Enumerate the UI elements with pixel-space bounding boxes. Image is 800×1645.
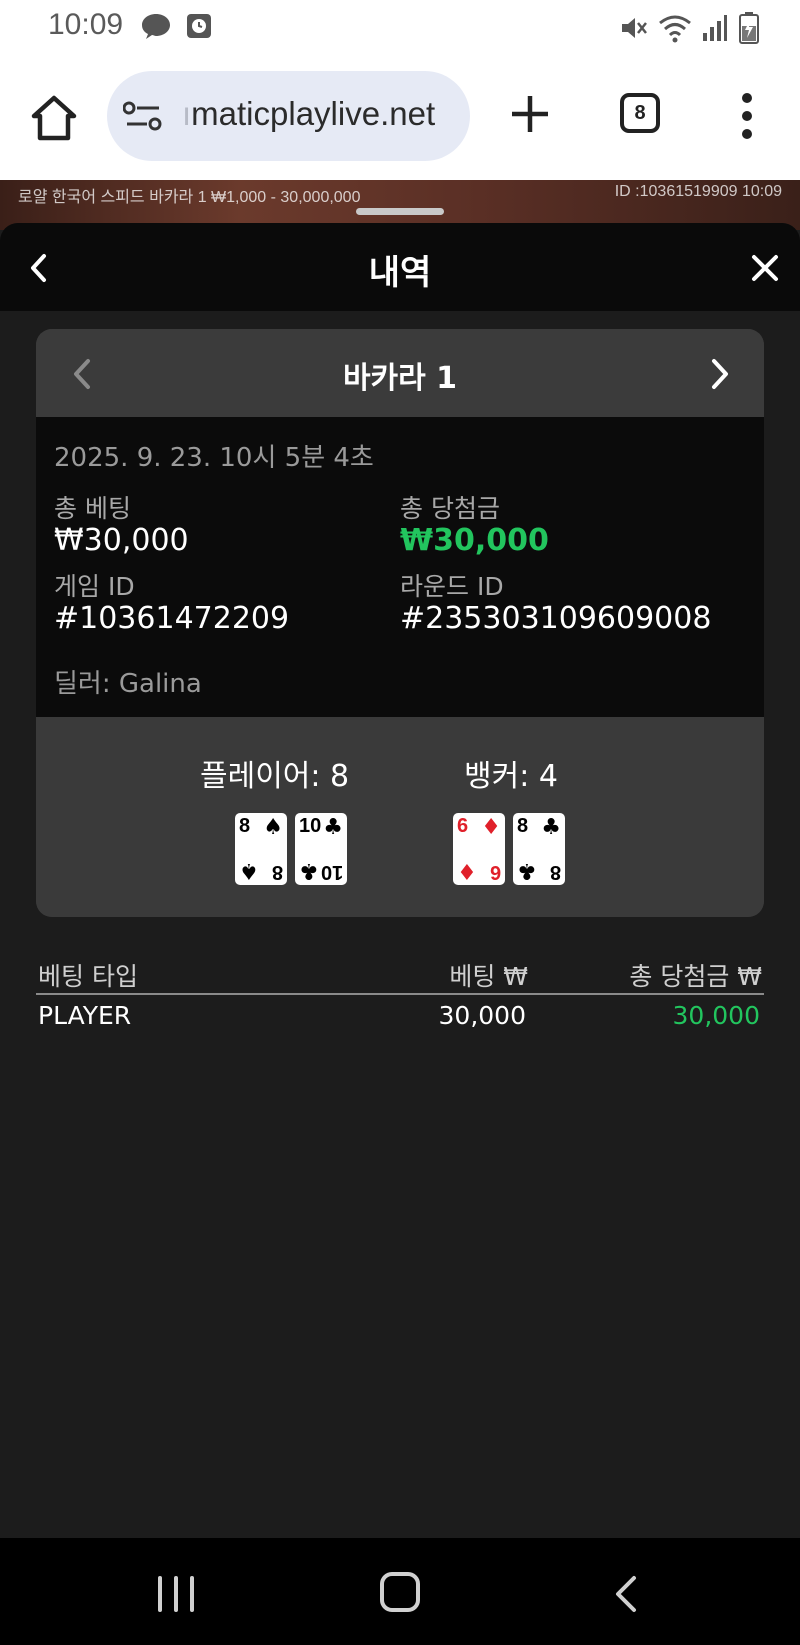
club-icon: ♣ [541,815,561,840]
sheet-title: 내역 [368,253,432,293]
card-rank: 6 [489,861,501,883]
card-rank: 10 [320,861,343,883]
win-amount-cell: 30,000 [672,1001,760,1030]
more-menu-icon[interactable] [735,90,759,142]
chat-bubble-icon [142,14,170,39]
game-title: 바카라 1 [342,361,458,396]
tab-switcher-button[interactable]: 8 [620,93,660,133]
column-header-bet: 베팅 ₩ [449,962,528,991]
wifi-icon [659,15,691,43]
club-icon: ♣ [517,858,537,883]
game-table-info: 로얄 한국어 스피드 바카라 1 ₩1,000 - 30,000,000 [18,189,361,206]
signal-icon [703,15,727,41]
card-rank: 10 [299,815,322,837]
status-bar: 10:09 [0,0,800,56]
mute-icon [622,18,647,38]
card-navigation: 바카라 1 [36,329,764,417]
clock-square-icon [187,14,211,38]
next-round-icon[interactable] [708,357,734,391]
round-result: 플레이어: 8 뱅커: 4 8 ♠ ♠ 8 10 ♣ ♣ 10 6 ♦ ♦ 6 [36,717,764,917]
sheet-drag-handle[interactable] [356,208,444,215]
address-bar[interactable]: ımaticplaylive.net [107,71,470,161]
total-bet-value: ₩30,000 [54,523,189,558]
bet-type-cell: PLAYER [38,1001,132,1030]
card-rank: 8 [549,861,561,883]
sheet-header: 내역 [0,223,800,311]
status-right-icons [618,12,760,44]
new-tab-plus-icon[interactable] [508,92,552,136]
total-bet-label: 총 베팅 [54,494,131,523]
status-time: 10:09 [48,8,124,41]
table-row: PLAYER 30,000 30,000 [36,995,764,1039]
browser-toolbar: ımaticplaylive.net 8 [0,56,800,180]
game-id-label: 게임 ID [54,572,135,601]
diamond-icon: ♦ [481,815,501,840]
card-rank: 6 [457,815,469,837]
round-history-card: 바카라 1 2025. 9. 23. 10시 5분 4초 총 베팅 ₩30,00… [36,329,764,917]
round-id-label: 라운드 ID [400,572,504,601]
player-card-1: 8 ♠ ♠ 8 [235,813,287,885]
status-left-icons [140,12,212,40]
round-info: 2025. 9. 23. 10시 5분 4초 총 베팅 ₩30,000 총 당첨… [36,417,764,717]
spade-icon: ♠ [239,858,259,883]
home-icon[interactable] [28,92,80,144]
card-rank: 8 [239,815,251,837]
battery-icon [739,12,759,44]
diamond-icon: ♦ [457,858,477,883]
card-rank: 8 [271,861,283,883]
game-id-time: ID :10361519909 10:09 [614,183,782,200]
dealer-name: 딜러: Galina [54,669,202,699]
round-date: 2025. 9. 23. 10시 5분 4초 [54,443,374,473]
player-score: 플레이어: 8 [200,759,350,794]
site-settings-icon[interactable] [123,99,163,133]
banker-score: 뱅커: 4 [464,759,558,794]
column-header-bet-type: 베팅 타입 [38,962,138,991]
back-nav-icon[interactable] [612,1574,640,1614]
recent-apps-icon[interactable] [156,1574,196,1614]
total-win-label: 총 당첨금 [400,494,500,523]
bet-table: 베팅 타입 베팅 ₩ 총 당첨금 ₩ PLAYER 30,000 30,000 [36,953,764,1039]
banker-card-1: 6 ♦ ♦ 6 [453,813,505,885]
club-icon: ♣ [323,815,343,840]
spade-icon: ♠ [263,815,283,840]
url-text[interactable]: ımaticplaylive.net [182,95,462,133]
bet-amount-cell: 30,000 [438,1001,526,1030]
club-icon: ♣ [299,858,319,883]
system-navigation-bar [0,1538,800,1645]
game-id-value: #10361472209 [54,601,290,636]
table-header: 베팅 타입 베팅 ₩ 총 당첨금 ₩ [36,953,764,995]
player-card-2: 10 ♣ ♣ 10 [295,813,347,885]
column-header-win: 총 당첨금 ₩ [629,962,762,991]
banker-card-2: 8 ♣ ♣ 8 [513,813,565,885]
card-rank: 8 [517,815,529,837]
total-win-value: ₩30,000 [400,523,549,558]
close-icon[interactable] [750,253,780,283]
round-id-value: #235303109609008 [400,601,712,636]
history-sheet: 내역 바카라 1 2025. 9. 23. 10시 5분 4초 총 베팅 ₩30… [0,223,800,1538]
home-nav-icon[interactable] [380,1572,420,1612]
